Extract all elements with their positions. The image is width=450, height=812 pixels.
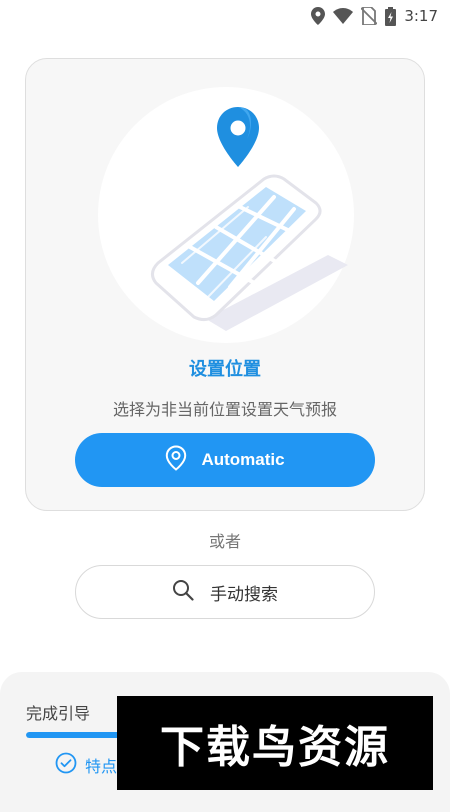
or-separator-text: 或者 bbox=[208, 532, 241, 551]
set-location-card: 设置位置 选择为非当前位置设置天气预报 Automatic bbox=[25, 58, 425, 511]
guide-step-label: 特点 bbox=[85, 757, 118, 776]
no-sim-icon bbox=[361, 7, 378, 25]
card-subtitle: 选择为非当前位置设置天气预报 bbox=[112, 400, 337, 419]
guide-step-item[interactable]: 特点 bbox=[55, 752, 117, 778]
status-bar: 3:17 bbox=[0, 0, 450, 32]
guide-progress-fill bbox=[26, 732, 126, 738]
location-icon bbox=[311, 7, 326, 25]
manual-search-button[interactable]: 手动搜索 bbox=[75, 565, 375, 619]
automatic-location-button[interactable]: Automatic bbox=[75, 433, 375, 487]
card-title: 设置位置 bbox=[189, 359, 261, 380]
search-icon bbox=[172, 579, 194, 606]
watermark-logo: 下载鸟资源 bbox=[117, 696, 433, 790]
battery-charging-icon bbox=[385, 6, 397, 26]
check-circle-icon bbox=[55, 752, 77, 778]
wifi-icon bbox=[333, 8, 354, 24]
automatic-button-label: Automatic bbox=[201, 450, 285, 469]
phone-map-pin-illustration bbox=[98, 87, 354, 343]
guide-title: 完成引导 bbox=[26, 704, 91, 723]
clock-time: 3:17 bbox=[404, 7, 438, 25]
location-pin-icon bbox=[165, 444, 187, 476]
manual-search-label: 手动搜索 bbox=[210, 584, 278, 604]
watermark-text: 下载鸟资源 bbox=[160, 722, 390, 773]
